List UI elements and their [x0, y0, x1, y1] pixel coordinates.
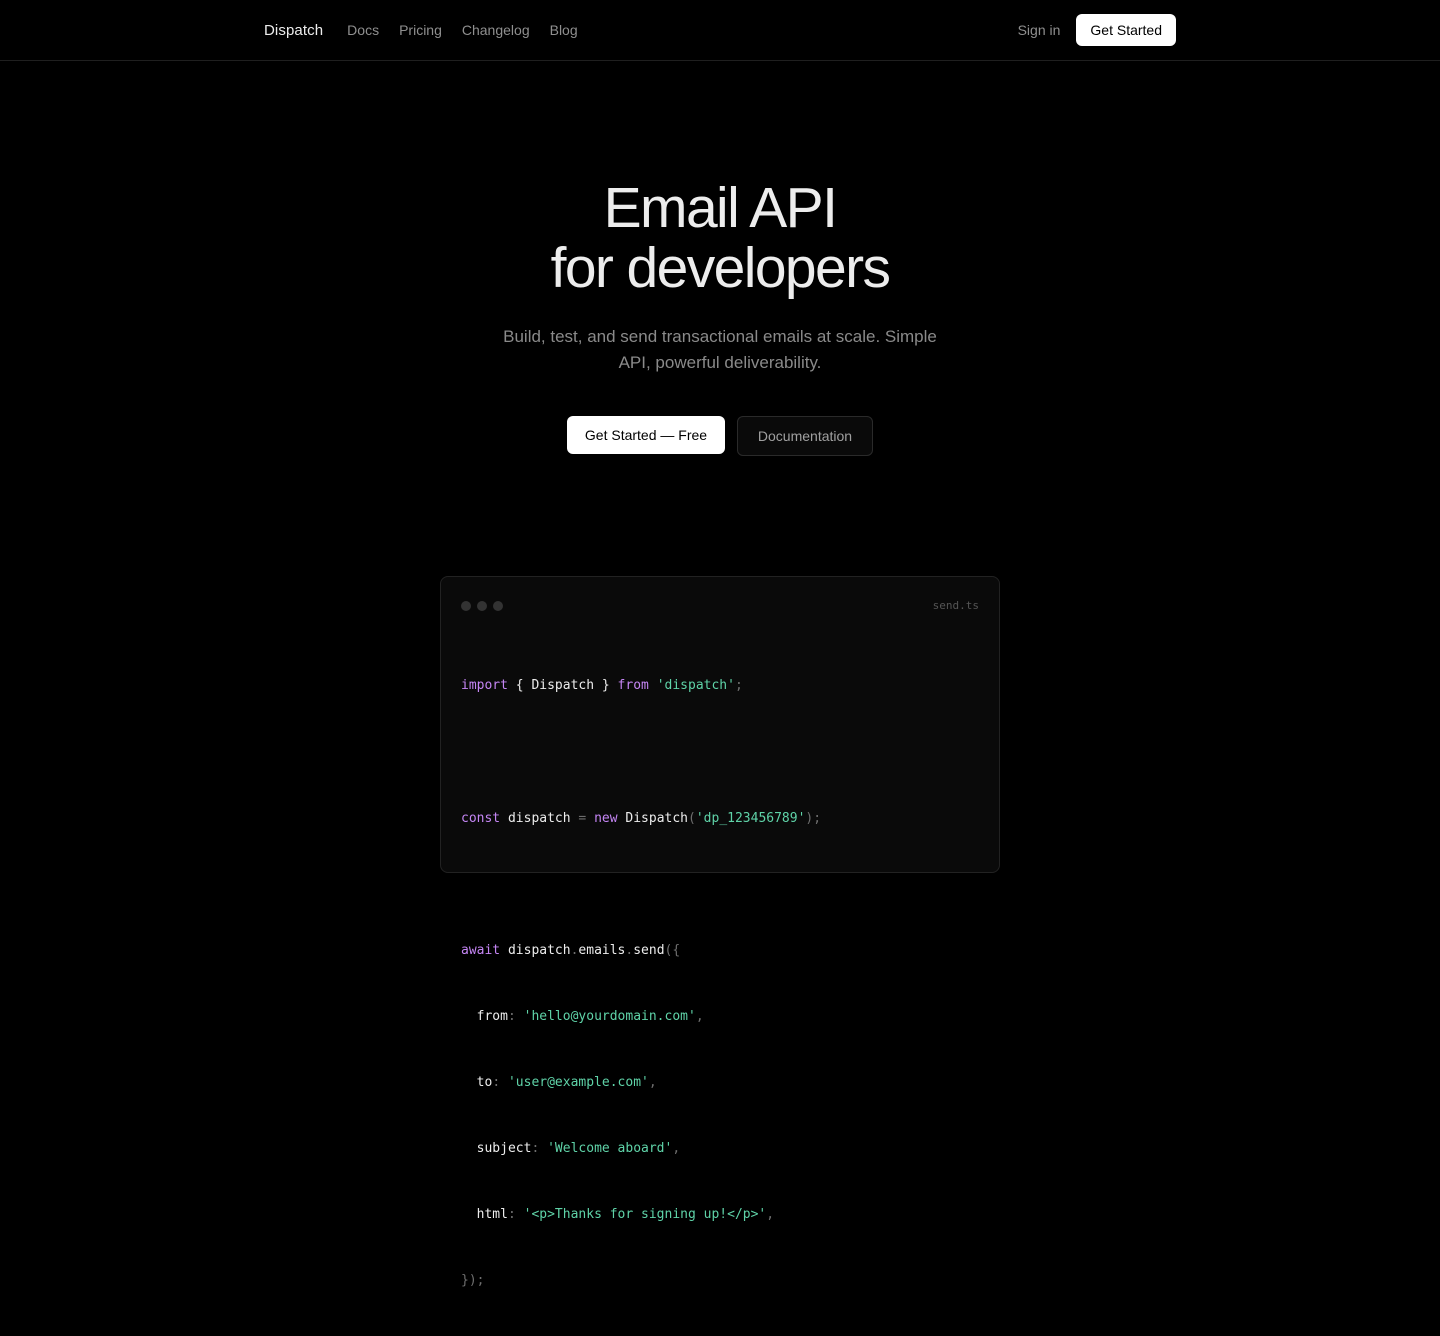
sign-in-link[interactable]: Sign in: [1018, 22, 1061, 38]
field-key: from: [476, 1009, 508, 1024]
code-line-closing: });: [461, 1270, 821, 1292]
kw-from: from: [617, 678, 649, 693]
window-dots: [461, 601, 503, 611]
punct: ,: [766, 1207, 775, 1222]
hero-title-line2: for developers: [550, 236, 891, 300]
punct: );: [805, 810, 822, 826]
code-block: import { Dispatch } from 'dispatch'; con…: [461, 631, 821, 1336]
code-line-import: import { Dispatch } from 'dispatch';: [461, 675, 821, 697]
class-name: Dispatch: [625, 810, 689, 826]
punct: ;: [734, 678, 743, 693]
window-dot-icon: [477, 601, 487, 611]
code-filename: send.ts: [932, 599, 979, 612]
field-key: html: [476, 1207, 508, 1222]
punct: :: [507, 1009, 516, 1024]
get-started-free-button[interactable]: Get Started — Free: [567, 416, 725, 454]
closing-punct: });: [461, 1273, 485, 1288]
field-key: subject: [476, 1141, 532, 1156]
module-string: 'dispatch': [656, 678, 735, 693]
hero-title: Email API for developers: [0, 178, 1440, 298]
nav-right: Sign in Get Started: [1018, 14, 1176, 46]
api-key-string: 'dp_123456789': [695, 810, 806, 826]
code-line-field: html: '<p>Thanks for signing up!</p>',: [461, 1204, 821, 1226]
punct: ,: [672, 1141, 681, 1156]
call-method: send: [633, 943, 665, 958]
code-line-await: await dispatch.emails.send({: [461, 940, 821, 962]
hero-title-line1: Email API: [603, 176, 838, 240]
code-line-field: subject: 'Welcome aboard',: [461, 1138, 821, 1160]
nav-link-blog[interactable]: Blog: [550, 22, 578, 38]
window-dot-icon: [493, 601, 503, 611]
punct: :: [507, 1207, 516, 1222]
punct: ,: [695, 1009, 704, 1024]
punct: ,: [648, 1075, 657, 1090]
window-dot-icon: [461, 601, 471, 611]
field-value: 'hello@yourdomain.com': [523, 1009, 696, 1024]
hero-cta-row: Get Started — Free Documentation: [0, 416, 1440, 456]
nav-link-changelog[interactable]: Changelog: [462, 22, 530, 38]
field-value: '<p>Thanks for signing up!</p>': [523, 1207, 767, 1222]
punct: :: [492, 1075, 501, 1090]
punct: (: [688, 810, 696, 826]
brand-logo[interactable]: Dispatch: [264, 22, 323, 39]
punct: ({: [664, 943, 681, 958]
documentation-button[interactable]: Documentation: [737, 416, 873, 456]
nav-left: Dispatch Docs Pricing Changelog Blog: [264, 22, 598, 39]
nav-link-pricing[interactable]: Pricing: [399, 22, 442, 38]
code-line-const: const dispatch = new Dispatch('dp_123456…: [461, 808, 821, 830]
field-key: to: [476, 1075, 493, 1090]
nav-link-docs[interactable]: Docs: [347, 22, 379, 38]
nav-inner: Dispatch Docs Pricing Changelog Blog Sig…: [264, 0, 1176, 60]
punct: .: [570, 943, 579, 958]
code-line-field: from: 'hello@yourdomain.com',: [461, 1006, 821, 1028]
import-name: { Dispatch }: [515, 678, 610, 693]
code-window: send.ts import { Dispatch } from 'dispat…: [440, 576, 1000, 1288]
kw-const: const: [461, 810, 501, 826]
call-object: dispatch: [507, 943, 571, 958]
field-value: 'user@example.com': [507, 1075, 649, 1090]
kw-import: import: [461, 678, 508, 693]
punct: =: [578, 810, 587, 826]
punct: .: [625, 943, 634, 958]
nav-get-started-button[interactable]: Get Started: [1076, 14, 1176, 46]
top-nav: Dispatch Docs Pricing Changelog Blog Sig…: [0, 0, 1440, 61]
hero-subtitle: Build, test, and send transactional emai…: [503, 327, 937, 372]
kw-new: new: [594, 810, 618, 826]
call-property: emails: [578, 943, 626, 958]
var-name: dispatch: [507, 810, 571, 826]
field-value: 'Welcome aboard': [547, 1141, 673, 1156]
code-line-field: to: 'user@example.com',: [461, 1072, 821, 1094]
punct: :: [531, 1141, 540, 1156]
kw-await: await: [461, 943, 501, 958]
